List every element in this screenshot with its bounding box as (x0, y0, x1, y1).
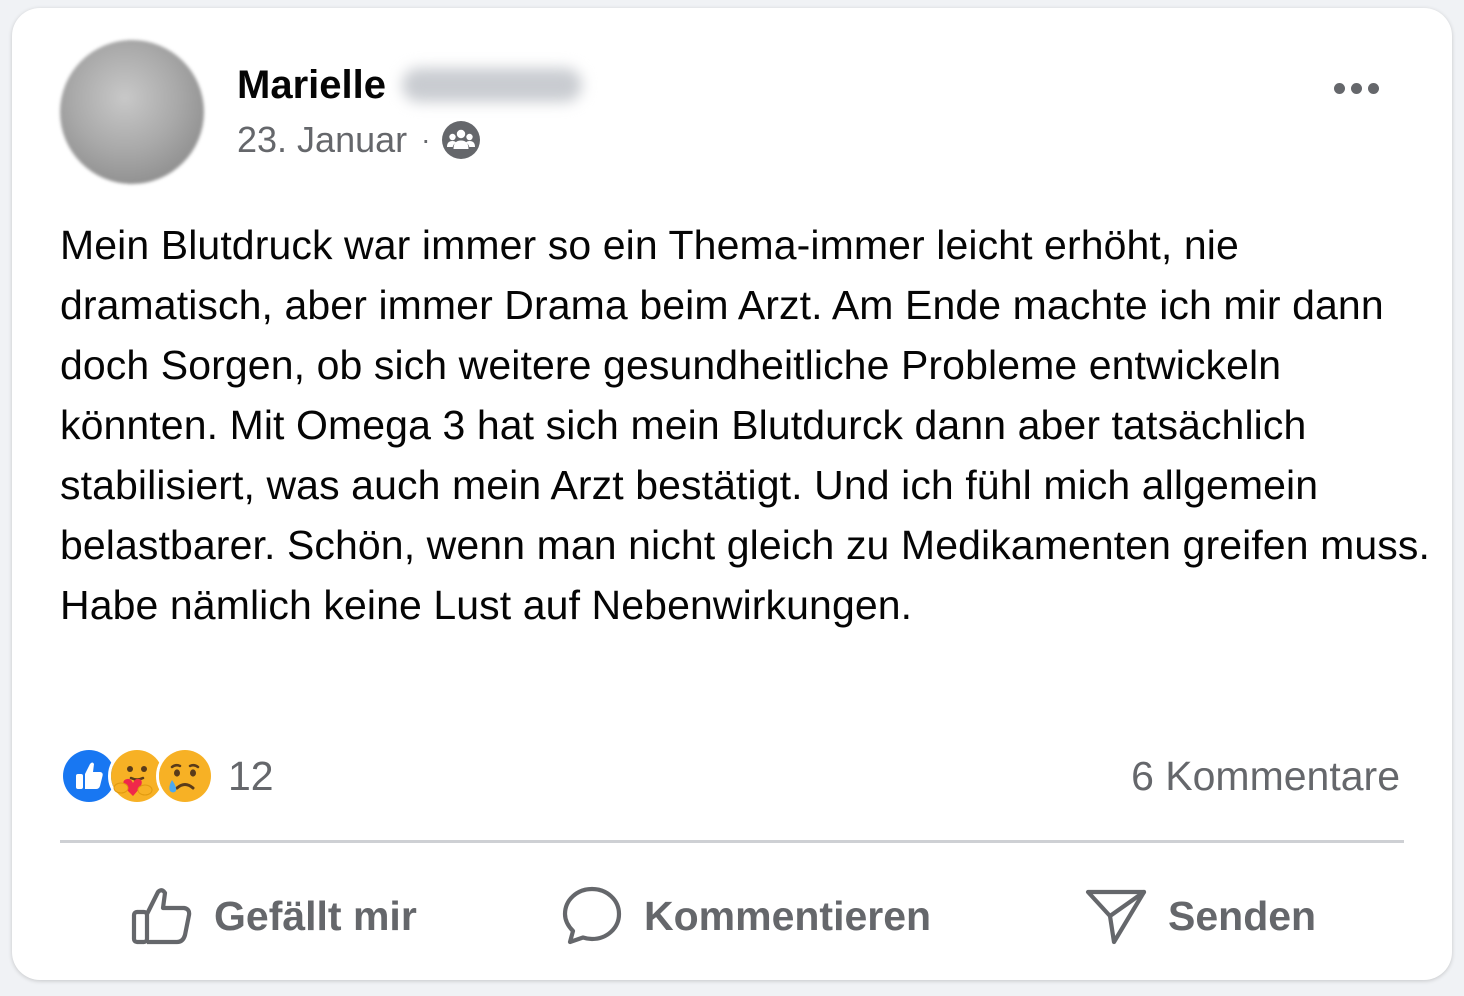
divider (60, 840, 1404, 843)
reaction-count[interactable]: 12 (228, 753, 274, 800)
more-dot (1350, 82, 1362, 94)
reactions-summary[interactable]: 12 (60, 746, 274, 806)
comment-label: Kommentieren (644, 892, 932, 939)
send-label: Senden (1168, 892, 1317, 939)
like-button[interactable]: Gefällt mir (130, 876, 417, 956)
avatar[interactable] (60, 40, 204, 184)
comment-icon (560, 884, 624, 948)
author-surname-redacted (401, 68, 582, 102)
post-header: Marielle (237, 60, 582, 110)
comment-button[interactable]: Kommentieren (560, 876, 931, 956)
comments-count[interactable]: 6 Kommentare (1131, 748, 1400, 804)
send-icon (1084, 884, 1148, 948)
like-label: Gefällt mir (214, 892, 417, 939)
post-card: Marielle 23. Januar · Mein Blutdruck war… (12, 8, 1452, 980)
more-options-icon[interactable] (1324, 68, 1388, 108)
send-button[interactable]: Senden (1084, 876, 1316, 956)
more-dot (1367, 82, 1379, 94)
meta-separator: · (421, 124, 431, 155)
like-icon (130, 884, 194, 948)
group-audience-icon[interactable] (440, 119, 482, 161)
post-meta: 23. Januar · (237, 118, 482, 162)
post-date[interactable]: 23. Januar (237, 119, 407, 161)
author-name[interactable]: Marielle (237, 63, 386, 108)
sad-reaction-icon (156, 747, 214, 805)
more-dot (1333, 82, 1345, 94)
post-text: Mein Blutdruck war immer so ein Thema-im… (60, 222, 1430, 628)
